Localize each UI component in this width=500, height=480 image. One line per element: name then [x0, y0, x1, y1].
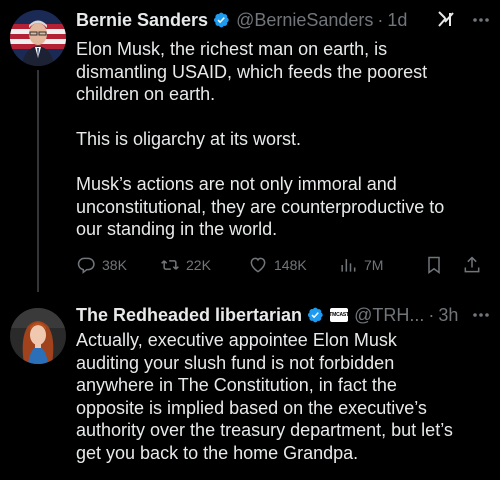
views-icon: [341, 259, 356, 272]
tweet-bernie[interactable]: Bernie Sanders @BernieSanders · 1d Elon …: [0, 0, 500, 300]
separator: ·: [377, 9, 384, 30]
more-icon[interactable]: [470, 10, 492, 30]
tweet-header: Bernie Sanders @BernieSanders · 1d: [76, 8, 407, 32]
display-name[interactable]: The Redheaded libertarian: [76, 305, 302, 326]
views-count: 7M: [364, 257, 384, 273]
retweet-button[interactable]: 22K: [160, 255, 211, 275]
handle[interactable]: @TRH...: [354, 305, 424, 326]
share-icon: [464, 256, 480, 273]
share-button[interactable]: [462, 255, 488, 275]
timestamp[interactable]: 1d: [387, 10, 407, 31]
like-button[interactable]: 148K: [248, 255, 307, 275]
tweet-text: Actually, executive appointee Elon Musk …: [76, 330, 453, 463]
display-name[interactable]: Bernie Sanders: [76, 10, 208, 31]
bookmark-button[interactable]: [424, 255, 450, 275]
avatar-redheaded-libertarian[interactable]: [10, 308, 66, 364]
bookmark-icon: [428, 256, 440, 274]
reply-icon: [77, 257, 95, 274]
views-button[interactable]: 7M: [338, 255, 383, 275]
like-icon: [250, 257, 266, 273]
timestamp[interactable]: 3h: [438, 305, 458, 326]
separator: ·: [428, 304, 435, 325]
like-count: 148K: [274, 257, 307, 273]
thread-line: [37, 70, 39, 292]
affiliate-badge[interactable]: TMCAST: [329, 308, 349, 322]
retweet-icon: [161, 260, 179, 270]
more-icon[interactable]: [470, 305, 492, 325]
retweet-count: 22K: [186, 257, 211, 273]
action-bar: 38K 22K 148K 7M: [76, 255, 486, 279]
avatar-bernie[interactable]: [10, 10, 66, 66]
tweet-header: The Redheaded libertarian TMCAST @TRH...…: [76, 303, 458, 327]
reply-button[interactable]: 38K: [76, 255, 127, 275]
handle[interactable]: @BernieSanders: [236, 10, 373, 31]
verified-icon: [306, 306, 324, 324]
grok-icon[interactable]: [436, 9, 456, 29]
reply-count: 38K: [102, 257, 127, 273]
verified-icon: [212, 11, 230, 29]
tweet-text: Elon Musk, the richest man on earth, is …: [76, 39, 445, 239]
